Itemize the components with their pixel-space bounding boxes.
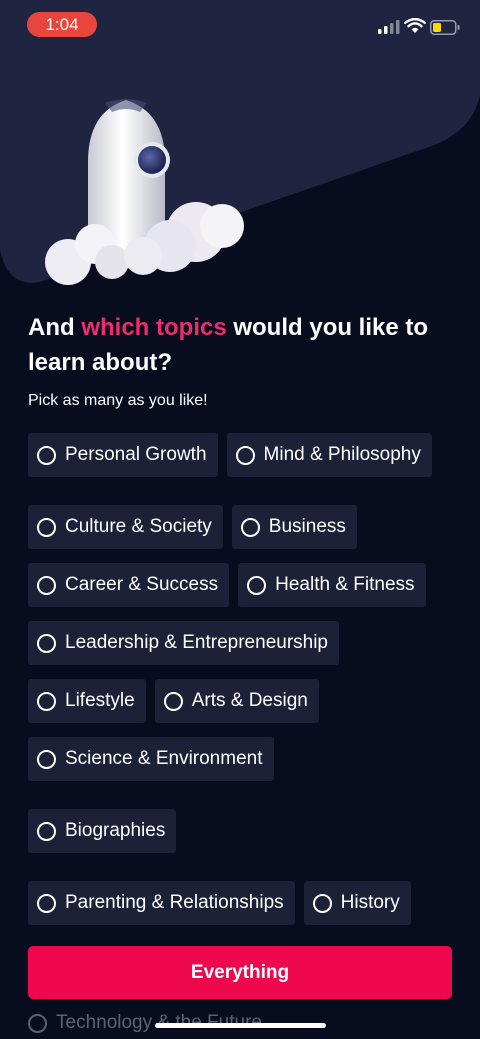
radio-unchecked-icon [240,517,260,537]
topic-label: Lifestyle [65,690,135,711]
topic-label: Business [268,516,346,537]
radio-unchecked-icon [235,445,255,465]
topic-chip-health-fitness[interactable]: Health & Fitness [238,563,426,607]
topic-chip-mind-philosophy[interactable]: Mind & Philosophy [226,433,432,477]
topic-label: Personal Growth [65,444,207,465]
topic-label: Culture & Society [65,516,212,537]
status-bar: 1:04 [0,0,480,48]
radio-unchecked-icon [37,893,56,913]
home-indicator[interactable] [155,1023,326,1028]
topic-chip-arts-design[interactable]: Arts & Design [154,679,319,723]
radio-unchecked-icon [28,1013,47,1033]
radio-unchecked-icon [37,749,56,769]
topic-label: Health & Fitness [275,574,415,595]
topic-chip-leadership-entrepreneurship[interactable]: Leadership & Entrepreneurship [28,621,340,665]
radio-unchecked-icon [37,575,56,595]
topic-chip-science-environment[interactable]: Science & Environment [28,737,274,781]
topic-chip-career-success[interactable]: Career & Success [28,563,230,607]
title-prefix: And [28,314,82,341]
topic-chip-parenting-relationships[interactable]: Parenting & Relationships [28,881,295,925]
topic-label: Science & Environment [65,748,263,769]
topic-label: Career & Success [65,574,219,595]
topic-label: History [340,892,400,913]
page-subtitle: Pick as many as you like! [28,392,208,409]
page-title: And which topics would you like to learn… [28,310,458,380]
radio-unchecked-icon [312,893,332,913]
topic-chip-lifestyle[interactable]: Lifestyle [28,679,146,723]
topic-chip-personal-growth[interactable]: Personal Growth [28,433,218,477]
radio-unchecked-icon [37,691,56,711]
topic-label: Leadership & Entrepreneurship [65,632,329,653]
cellular-signal-icon [378,20,400,34]
radio-unchecked-icon [247,575,267,595]
topic-chip-history[interactable]: History [303,881,411,925]
topic-list: Personal Growth Mind & Philosophy Cultur… [28,433,458,925]
radio-unchecked-icon [37,821,56,841]
title-highlight: which topics [81,314,227,341]
topic-label: Parenting & Relationships [65,892,284,913]
status-time: 1:04 [27,12,97,37]
radio-unchecked-icon [37,633,56,653]
topic-chip-biographies[interactable]: Biographies [28,809,177,853]
radio-unchecked-icon [37,445,56,465]
topic-label: Mind & Philosophy [263,444,421,465]
radio-unchecked-icon [163,691,183,711]
topic-label: Arts & Design [191,690,308,711]
topic-chip-culture-society[interactable]: Culture & Society [28,505,223,549]
topic-chip-business[interactable]: Business [231,505,357,549]
wifi-icon [404,18,426,33]
topic-label: Biographies [65,820,166,841]
everything-button[interactable]: Everything [28,946,452,999]
battery-low-icon [430,20,460,35]
radio-unchecked-icon [37,517,56,537]
